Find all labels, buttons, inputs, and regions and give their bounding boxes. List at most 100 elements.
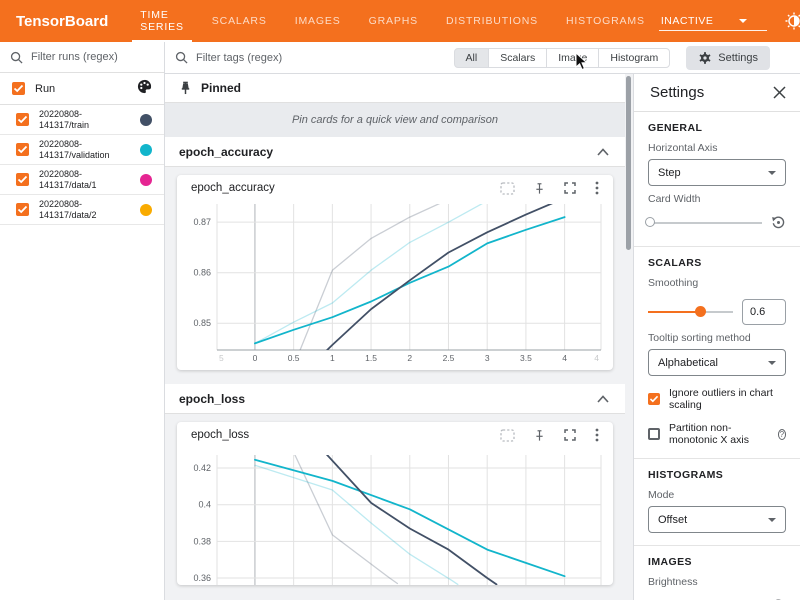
svg-text:2: 2 xyxy=(407,353,412,363)
palette-icon[interactable] xyxy=(137,79,152,99)
chart-line-20220808-141317-train-smoothed- xyxy=(322,455,497,584)
section-epoch-accuracy[interactable]: epoch_accuracy xyxy=(165,137,625,167)
tab-histograms[interactable]: HISTOGRAMS xyxy=(552,0,659,42)
tag-filter-chips: All Scalars Image Histogram xyxy=(454,48,671,68)
tooltip-sorting-select[interactable]: Alphabetical xyxy=(648,349,786,376)
card-title: epoch_loss xyxy=(191,429,249,441)
selection-box-icon[interactable] xyxy=(500,182,515,195)
help-icon[interactable]: ? xyxy=(778,429,786,440)
svg-text:0.4: 0.4 xyxy=(198,500,211,510)
svg-text:2.5: 2.5 xyxy=(443,353,455,363)
smoothing-value-input[interactable] xyxy=(742,299,786,325)
theme-toggle-icon[interactable] xyxy=(784,11,800,31)
card-epoch-accuracy: epoch_accuracy 00.511.522.533.540.850.86… xyxy=(177,175,613,370)
close-icon[interactable] xyxy=(773,86,786,99)
images-heading: IMAGES xyxy=(648,556,786,568)
chevron-down-icon xyxy=(768,361,776,365)
run-name: 20220808-141317/train xyxy=(39,109,89,131)
chip-image[interactable]: Image xyxy=(546,48,599,68)
filter-runs-input[interactable] xyxy=(31,51,146,63)
run-color-dot xyxy=(140,114,152,126)
settings-button[interactable]: Settings xyxy=(686,46,770,70)
settings-title: Settings xyxy=(650,84,704,101)
run-checkbox[interactable] xyxy=(16,143,29,156)
svg-text:0.42: 0.42 xyxy=(193,463,211,473)
smoothing-slider[interactable] xyxy=(648,311,733,313)
epoch-accuracy-chart[interactable]: 00.511.522.533.540.850.860.8754 xyxy=(177,198,613,370)
fullscreen-icon[interactable] xyxy=(564,182,576,194)
tab-distributions[interactable]: DISTRIBUTIONS xyxy=(432,0,552,42)
settings-panel: Settings GENERAL Horizontal Axis Step Ca… xyxy=(633,74,800,600)
svg-text:0.5: 0.5 xyxy=(288,353,300,363)
card-width-slider[interactable] xyxy=(648,222,762,224)
run-row[interactable]: 20220808-141317/data/1 xyxy=(0,165,164,195)
search-icon xyxy=(10,51,23,64)
chip-scalars[interactable]: Scalars xyxy=(488,48,547,68)
settings-scalars-section: SCALARS Smoothing Tooltip sorting method… xyxy=(634,247,800,459)
general-heading: GENERAL xyxy=(648,122,786,134)
svg-text:0.87: 0.87 xyxy=(193,217,211,227)
epoch-loss-chart[interactable]: 0.360.380.40.42 xyxy=(177,455,613,585)
run-master-checkbox[interactable] xyxy=(12,82,25,95)
more-menu-icon[interactable] xyxy=(595,428,599,442)
svg-text:3: 3 xyxy=(485,353,490,363)
pin-icon xyxy=(179,81,192,95)
histogram-mode-select[interactable]: Offset xyxy=(648,506,786,533)
chevron-down-icon xyxy=(768,518,776,522)
svg-text:1.5: 1.5 xyxy=(365,353,377,363)
svg-text:0.86: 0.86 xyxy=(193,268,211,278)
section-epoch-loss[interactable]: epoch_loss xyxy=(165,384,625,414)
horizontal-axis-select[interactable]: Step xyxy=(648,159,786,186)
tab-time-series[interactable]: TIME SERIES xyxy=(126,0,198,42)
search-icon xyxy=(175,51,188,64)
run-checkbox[interactable] xyxy=(16,173,29,186)
app-logo: TensorBoard xyxy=(0,0,126,42)
svg-text:1: 1 xyxy=(330,353,335,363)
histograms-heading: HISTOGRAMS xyxy=(648,469,786,481)
reload-status-dropdown[interactable]: INACTIVE xyxy=(659,12,767,31)
chart-line-20220808-141317-train-smoothed- xyxy=(325,203,553,353)
tab-scalars[interactable]: SCALARS xyxy=(198,0,281,42)
pinned-title: Pinned xyxy=(201,81,241,95)
main-nav: TIME SERIES SCALARS IMAGES GRAPHS DISTRI… xyxy=(126,0,659,42)
fullscreen-icon[interactable] xyxy=(564,429,576,441)
status-text: INACTIVE xyxy=(661,15,714,27)
pin-icon[interactable] xyxy=(534,429,545,442)
selection-box-icon[interactable] xyxy=(500,429,515,442)
scrollbar-thumb[interactable] xyxy=(626,76,631,250)
more-menu-icon[interactable] xyxy=(595,181,599,195)
run-checkbox[interactable] xyxy=(16,203,29,216)
svg-text:4: 4 xyxy=(562,353,567,363)
tags-toolbar: All Scalars Image Histogram Settings xyxy=(165,42,800,74)
run-row[interactable]: 20220808-141317/data/2 xyxy=(0,195,164,225)
chevron-up-icon[interactable] xyxy=(597,395,609,403)
run-row[interactable]: 20220808-141317/validation xyxy=(0,135,164,165)
run-checkbox[interactable] xyxy=(16,113,29,126)
svg-text:3.5: 3.5 xyxy=(520,353,532,363)
svg-text:5: 5 xyxy=(219,353,224,363)
tab-images[interactable]: IMAGES xyxy=(281,0,355,42)
tab-graphs[interactable]: GRAPHS xyxy=(355,0,432,42)
chevron-down-icon xyxy=(768,171,776,175)
run-row[interactable]: 20220808-141317/train xyxy=(0,105,164,135)
partition-x-axis-checkbox[interactable] xyxy=(648,428,660,440)
chevron-up-icon[interactable] xyxy=(597,148,609,156)
settings-general-section: GENERAL Horizontal Axis Step Card Width xyxy=(634,112,800,247)
runs-sidebar: Run 20220808-141317/train20220808-141317… xyxy=(0,42,165,600)
gear-icon xyxy=(698,51,712,65)
chevron-down-icon xyxy=(739,19,747,23)
ignore-outliers-checkbox[interactable] xyxy=(648,393,660,405)
main-scrollbar xyxy=(625,74,633,600)
run-name: 20220808-141317/data/1 xyxy=(39,169,97,191)
run-color-dot xyxy=(140,144,152,156)
scalars-heading: SCALARS xyxy=(648,257,786,269)
run-name: 20220808-141317/validation xyxy=(39,139,110,161)
run-color-dot xyxy=(140,204,152,216)
filter-tags-input[interactable] xyxy=(196,52,454,64)
chart-line-20220808-141317-validation-original- xyxy=(255,465,458,584)
chip-histogram[interactable]: Histogram xyxy=(598,48,670,68)
reset-icon[interactable] xyxy=(771,215,786,230)
pin-icon[interactable] xyxy=(534,182,545,195)
chip-all[interactable]: All xyxy=(454,48,490,68)
pinned-empty-hint: Pin cards for a quick view and compariso… xyxy=(165,103,625,137)
